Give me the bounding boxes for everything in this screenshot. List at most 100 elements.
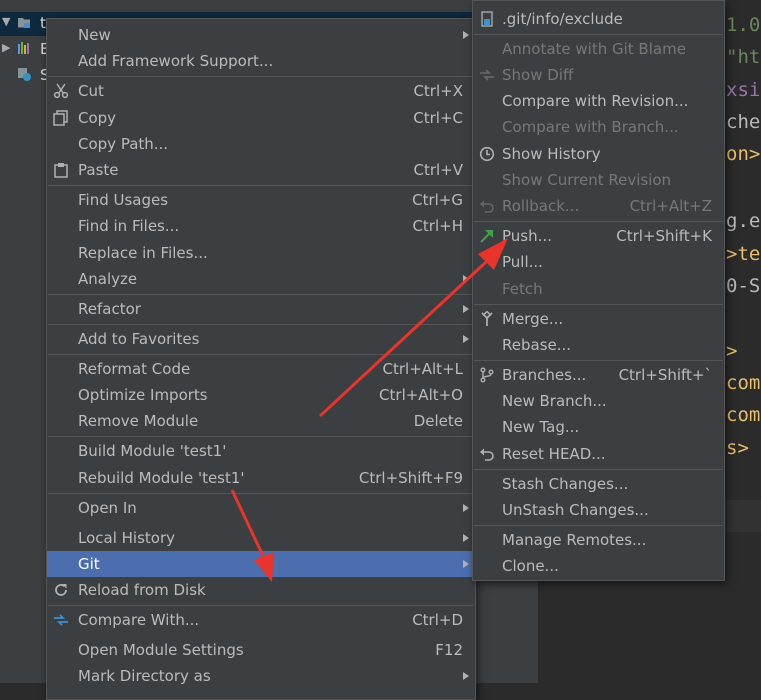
menu-item-open-module-settings[interactable]: Open Module Settings F12 (47, 637, 475, 663)
menu-item-label: Open Module Settings (78, 641, 244, 659)
menu-item-label: Clone... (502, 557, 559, 575)
menu-item-add-framework-support[interactable]: Add Framework Support... (47, 48, 475, 74)
menu-item-replace-in-files[interactable]: Replace in Files... (47, 240, 475, 266)
menu-separator (474, 221, 723, 222)
menu-item-label: Open In (78, 499, 137, 517)
menu-item-git[interactable]: Git (47, 551, 475, 577)
menu-item-shortcut: Ctrl+V (413, 161, 463, 179)
chevron-down-icon[interactable]: ▼ (2, 15, 10, 28)
menu-item-label: Git (78, 555, 100, 573)
menu-item-optimize-imports[interactable]: Optimize Imports Ctrl+Alt+O (47, 382, 475, 408)
menu-item-rebuild-module-test1[interactable]: Rebuild Module 'test1' Ctrl+Shift+F9 (47, 465, 475, 491)
menu-separator (474, 34, 723, 35)
menu-item-shortcut: Ctrl+Shift+K (616, 227, 712, 245)
menu-item-cut[interactable]: Cut Ctrl+X (47, 78, 475, 104)
menu-item-label: Refactor (78, 300, 141, 318)
submenu-arrow-icon (463, 504, 469, 512)
menu-separator (48, 324, 474, 325)
menu-item-find-usages[interactable]: Find Usages Ctrl+G (47, 187, 475, 213)
menu-item-shortcut: Ctrl+C (413, 109, 463, 127)
menu-item-build-module-test1[interactable]: Build Module 'test1' (47, 438, 475, 464)
code-line: "ht (726, 46, 761, 68)
folder-icon (18, 18, 30, 28)
copy-icon (53, 110, 68, 126)
menu-item-branches[interactable]: Branches... Ctrl+Shift+` (473, 362, 724, 388)
menu-item-unstash-changes[interactable]: UnStash Changes... (473, 497, 724, 523)
menu-separator (48, 436, 474, 437)
menu-separator (474, 469, 723, 470)
code-line: on> (726, 143, 761, 165)
menu-item-git-info-exclude[interactable]: .git/info/exclude (473, 6, 724, 32)
menu-item-label: Fetch (502, 280, 543, 298)
menu-item-label: New (78, 26, 111, 44)
menu-item-stash-changes[interactable]: Stash Changes... (473, 471, 724, 497)
menu-item-label: .git/info/exclude (502, 10, 623, 28)
project-context-menu: New Add Framework Support... Cut Ctrl+X Copy… (46, 18, 476, 700)
menu-item-mark-directory-as[interactable]: Mark Directory as (47, 663, 475, 689)
menu-item-copy[interactable]: Copy Ctrl+C (47, 105, 475, 131)
menu-item-local-history[interactable]: Local History (47, 525, 475, 551)
menu-item-label: Analyze (78, 270, 138, 288)
menu-item-label: Manage Remotes... (502, 531, 647, 549)
menu-item-label: Find in Files... (78, 217, 180, 235)
menu-item-label: Replace in Files... (78, 244, 208, 262)
menu-item-shortcut: Ctrl+X (413, 82, 463, 100)
menu-item-compare-with[interactable]: Compare With... Ctrl+D (47, 607, 475, 633)
menu-item-remove-module[interactable]: Remove Module Delete (47, 408, 475, 434)
menu-item-find-in-files[interactable]: Find in Files... Ctrl+H (47, 213, 475, 239)
menu-item-pull[interactable]: Pull... (473, 249, 724, 275)
menu-item-label: Mark Directory as (78, 667, 211, 685)
submenu-arrow-icon (463, 305, 469, 313)
menu-item-compare-with-revision[interactable]: Compare with Revision... (473, 88, 724, 114)
menu-item-push[interactable]: Push... Ctrl+Shift+K (473, 223, 724, 249)
scissors-icon (53, 83, 69, 99)
menu-separator (474, 525, 723, 526)
menu-item-label: Branches... (502, 366, 587, 384)
branch-icon (480, 367, 494, 383)
menu-item-fetch[interactable]: Fetch (473, 276, 724, 302)
menu-item-copy-path[interactable]: Copy Path... (47, 131, 475, 157)
menu-item-merge[interactable]: Merge... (473, 306, 724, 332)
menu-separator (474, 304, 723, 305)
menu-separator (48, 493, 474, 494)
chevron-right-icon[interactable]: ▶ (2, 41, 10, 54)
menu-item-shortcut: Ctrl+Alt+L (382, 360, 464, 378)
menu-separator (48, 354, 474, 355)
menu-item-annotate-with-git-blame[interactable]: Annotate with Git Blame (473, 36, 724, 62)
menu-item-reformat-code[interactable]: Reformat Code Ctrl+Alt+L (47, 356, 475, 382)
menu-item-label: Rebase... (502, 336, 572, 354)
menu-separator (48, 185, 474, 186)
menu-item-reload-from-disk[interactable]: Reload from Disk (47, 577, 475, 603)
menu-item-show-current-revision[interactable]: Show Current Revision (473, 167, 724, 193)
menu-item-new[interactable]: New (47, 22, 475, 48)
compare-arrows-icon (54, 614, 68, 626)
menu-item-manage-remotes[interactable]: Manage Remotes... (473, 527, 724, 553)
diff-icon (480, 69, 494, 81)
menu-item-add-to-favorites[interactable]: Add to Favorites (47, 326, 475, 352)
menu-item-show-history[interactable]: Show History (473, 141, 724, 167)
menu-item-label: Pull... (502, 253, 543, 271)
scratches-icon (18, 68, 31, 81)
menu-item-new-branch[interactable]: New Branch... (473, 388, 724, 414)
menu-item-label: Copy (78, 109, 117, 127)
menu-item-label: Merge... (502, 310, 564, 328)
menu-item-reset-head[interactable]: Reset HEAD... (473, 441, 724, 467)
clipboard-icon (54, 163, 68, 178)
menu-item-new-tag[interactable]: New Tag... (473, 414, 724, 440)
menu-item-refactor[interactable]: Refactor (47, 296, 475, 322)
menu-item-paste[interactable]: Paste Ctrl+V (47, 157, 475, 183)
menu-item-compare-with-branch[interactable]: Compare with Branch... (473, 114, 724, 140)
menu-item-clone[interactable]: Clone... (473, 553, 724, 579)
menu-item-analyze[interactable]: Analyze (47, 266, 475, 292)
menu-item-label: Show Current Revision (502, 171, 672, 189)
menu-item-label: Show History (502, 145, 601, 163)
reset-icon (480, 448, 494, 461)
menu-item-open-in[interactable]: Open In (47, 495, 475, 521)
menu-item-label: Local History (78, 529, 176, 547)
menu-item-rollback[interactable]: Rollback... Ctrl+Alt+Z (473, 193, 724, 219)
menu-item-rebase[interactable]: Rebase... (473, 332, 724, 358)
menu-separator (474, 360, 723, 361)
menu-item-label: New Branch... (502, 392, 607, 410)
menu-item-shortcut: Ctrl+Shift+F9 (358, 469, 463, 487)
menu-item-show-diff[interactable]: Show Diff (473, 62, 724, 88)
